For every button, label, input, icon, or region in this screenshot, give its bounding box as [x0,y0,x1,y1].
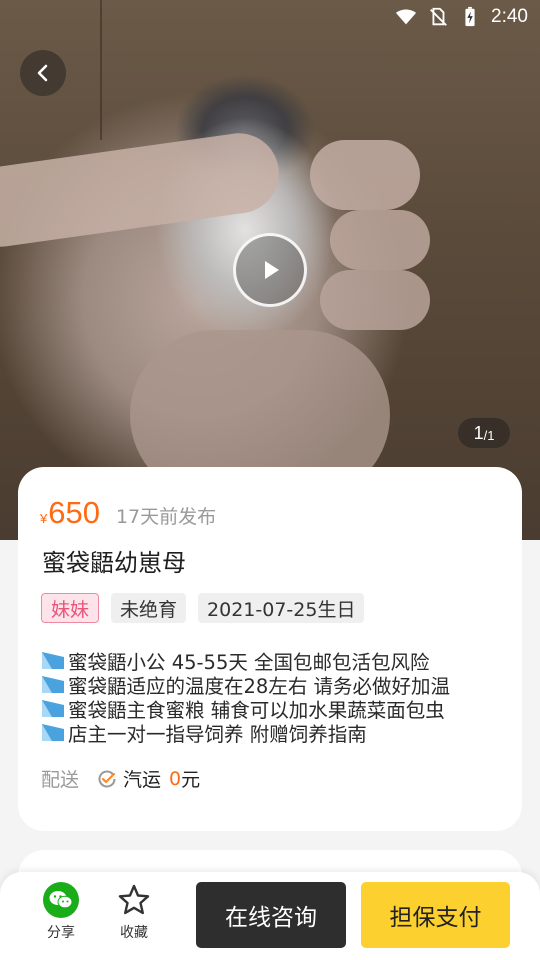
escrow-pay-button[interactable]: 担保支付 [361,882,510,948]
tag-birthday: 2021-07-25生日 [198,593,365,623]
price: 650 [48,495,100,530]
description-line: 蜜袋鼯适应的温度在28左右 请务必做好加温 [40,672,510,698]
flag-emoji-icon [42,700,64,717]
play-button[interactable] [233,233,307,307]
tag-neutered: 未绝育 [111,593,187,623]
bottom-action-bar: 分享 收藏 在线咨询 担保支付 [0,872,540,960]
share-label: 分享 [47,925,75,941]
consult-button[interactable]: 在线咨询 [196,882,346,948]
play-icon [265,261,279,279]
description-line: 蜜袋鼯主食蜜粮 辅食可以加水果蔬菜面包虫 [40,696,510,722]
battery-charging-icon [465,6,475,27]
delivery-method: 汽运 [123,769,162,791]
star-icon [118,884,150,915]
back-arrow-icon [37,64,48,82]
tag-list: 妹妹 未绝育 2021-07-25生日 [41,593,365,623]
indicator-total: /1 [483,427,495,443]
back-button[interactable] [20,50,66,96]
tag-gender: 妹妹 [41,593,100,623]
description-text: 店主一对一指导饲养 附赠饲养指南 [68,722,367,746]
delivery-label: 配送 [41,769,80,791]
favorite-label: 收藏 [120,925,148,941]
flag-emoji-icon [42,652,64,669]
flag-emoji-icon [42,676,64,693]
media-page-indicator: 1 /1 [458,418,510,448]
indicator-current: 1 [473,422,484,443]
currency-symbol: ¥ [40,511,48,526]
description-line: 店主一对一指导饲养 附赠饲养指南 [40,720,510,746]
check-circle-icon [98,770,116,787]
flag-emoji-icon [42,724,64,741]
product-media[interactable]: 1 /1 [0,0,540,540]
screen: 1 /1 2:40 ¥ 650 17天前发布 蜜袋鼯幼崽母 妹妹 未绝育 202… [0,0,540,960]
listing-title: 蜜袋鼯幼崽母 [42,549,186,577]
listing-card: ¥ 650 17天前发布 蜜袋鼯幼崽母 妹妹 未绝育 2021-07-25生日 … [18,467,522,831]
description-line: 蜜袋鼯小公 45-55天 全国包邮包活包风险 [40,648,510,674]
price-row: ¥ 650 17天前发布 [40,495,216,531]
status-time: 2:40 [491,6,528,27]
wifi-icon [395,9,417,25]
favorite-button[interactable]: 收藏 [104,882,164,942]
wechat-icon [43,882,79,918]
delivery-unit: 元 [181,769,201,791]
no-sim-icon [430,7,447,26]
posted-time: 17天前发布 [115,506,217,528]
status-bar: 2:40 [0,0,540,36]
share-button[interactable]: 分享 [31,882,91,942]
listing-description: 蜜袋鼯小公 45-55天 全国包邮包活包风险 蜜袋鼯适应的温度在28左右 请务必… [40,648,510,746]
delivery-row: 配送 汽运 0 元 [41,765,200,792]
delivery-fee: 0 [169,767,182,790]
